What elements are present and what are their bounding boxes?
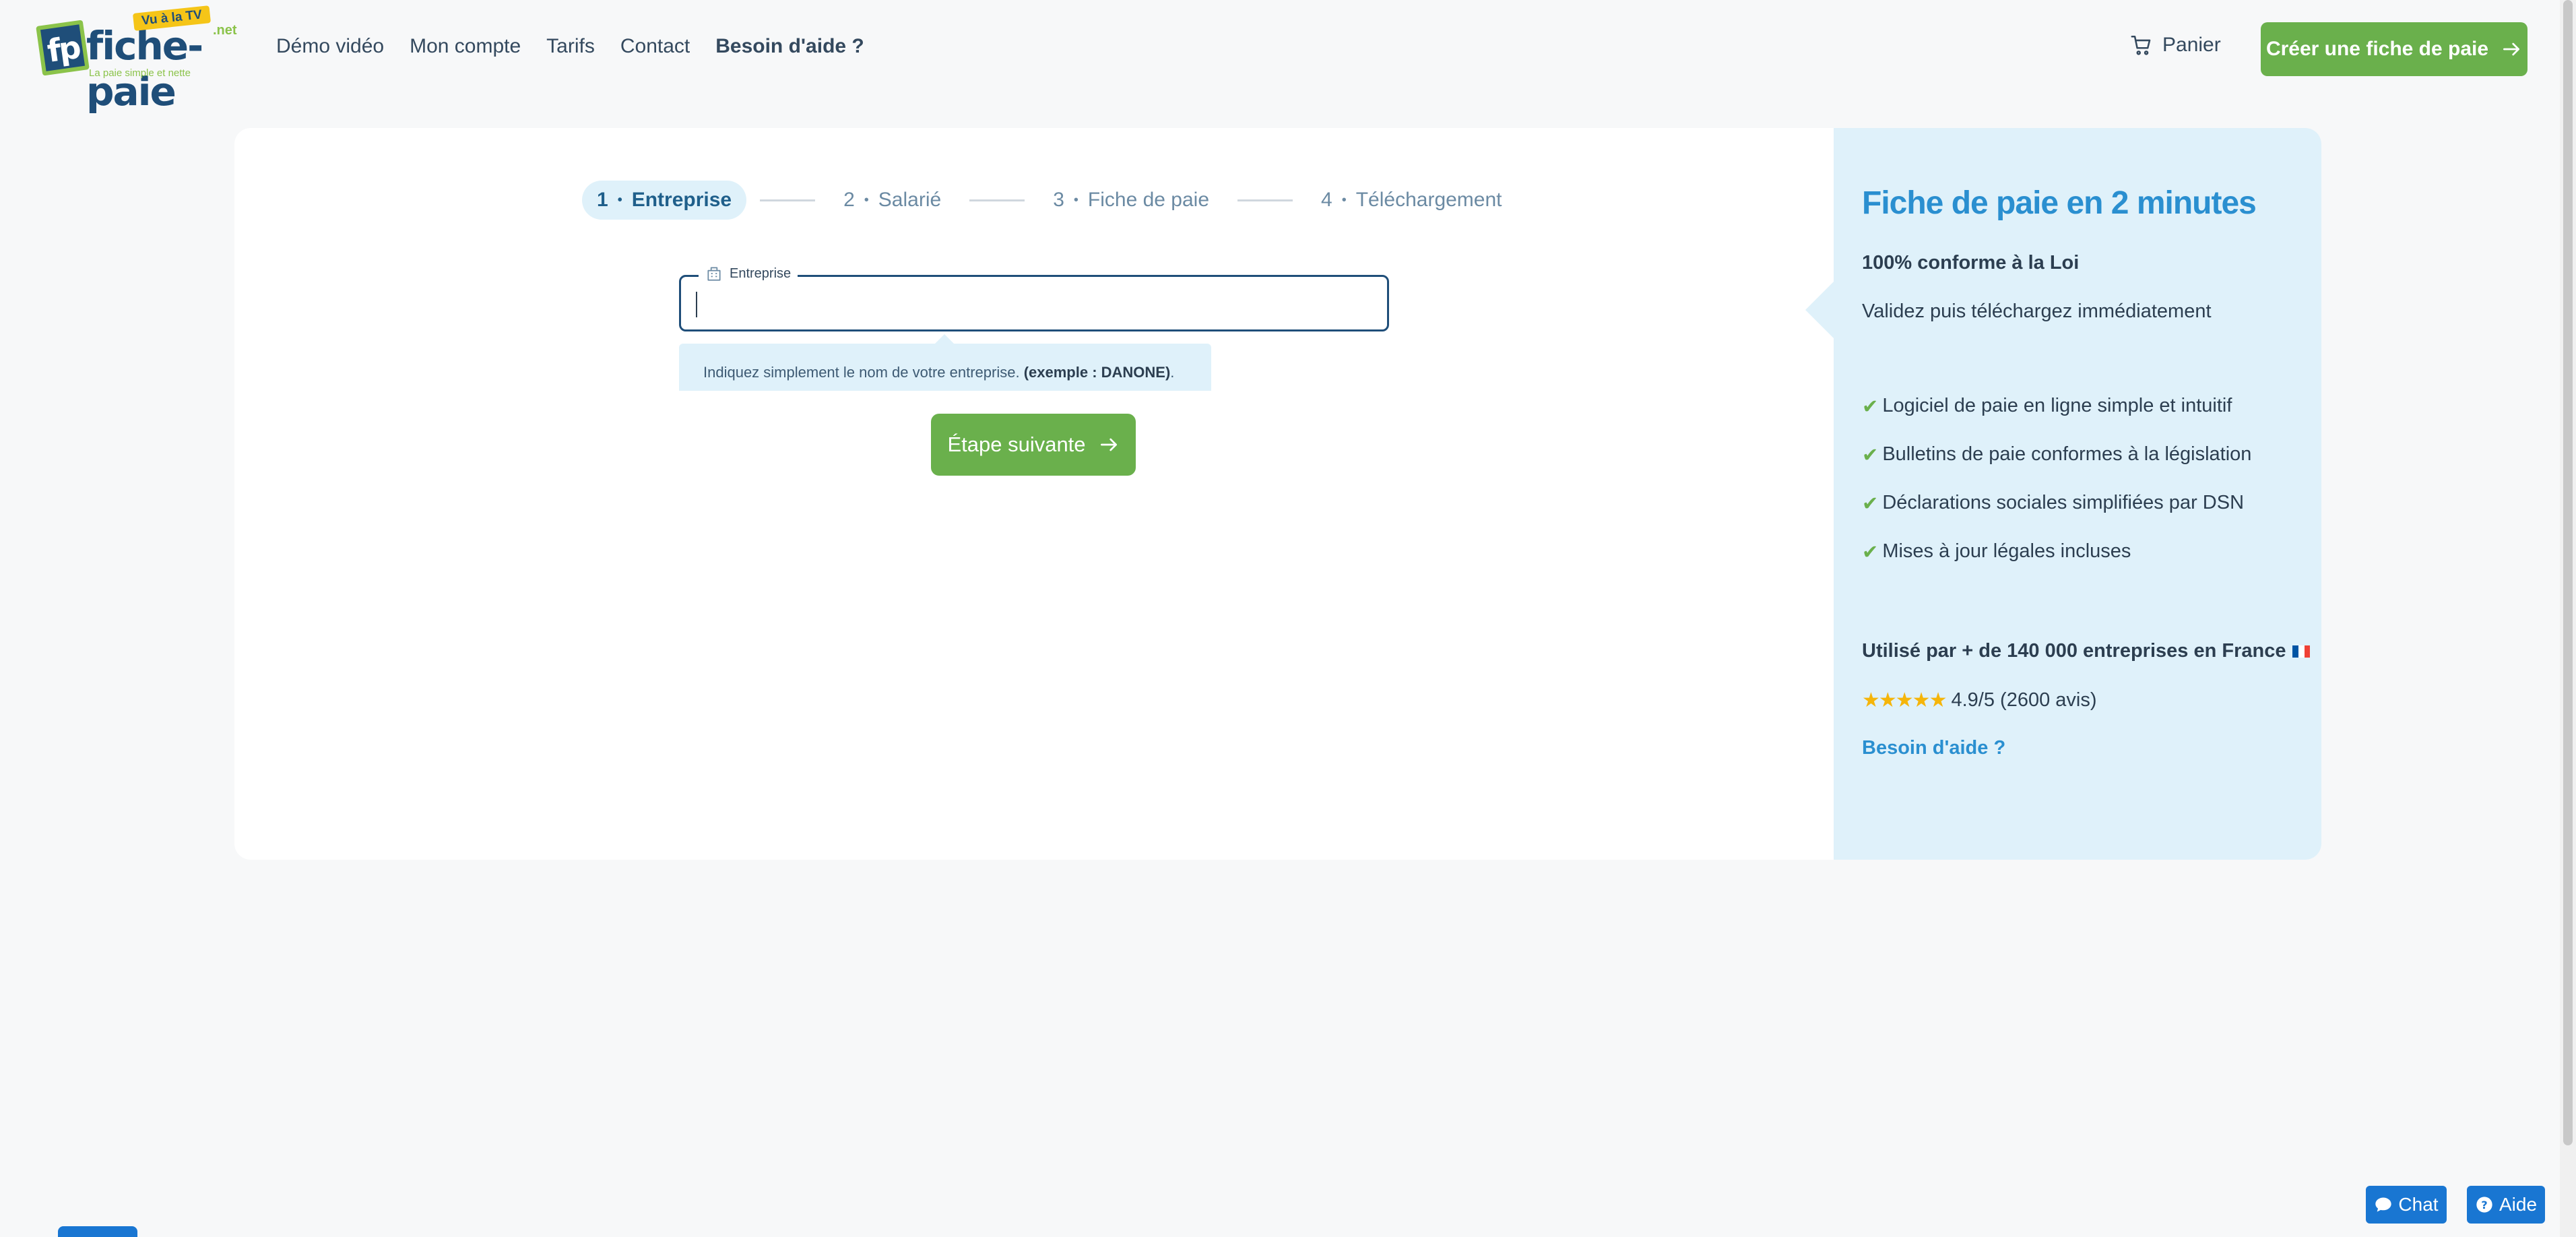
arrow-right-icon bbox=[2503, 42, 2520, 56]
logo-suffix: .net bbox=[213, 23, 237, 38]
nav-mon-compte[interactable]: Mon compte bbox=[410, 35, 521, 58]
info-panel: Fiche de paie en 2 minutes 100% conforme… bbox=[1805, 128, 2321, 860]
usage-stat-text: Utilisé par + de 140 000 entreprises en … bbox=[1862, 640, 2286, 662]
step-number: 3 bbox=[1053, 189, 1064, 211]
step-label: Téléchargement bbox=[1355, 189, 1502, 211]
entreprise-field: Entreprise bbox=[679, 265, 1389, 331]
building-icon bbox=[707, 267, 721, 281]
step-connector bbox=[1237, 199, 1293, 201]
hint-text: Indiquez simplement le nom de votre entr… bbox=[703, 364, 1020, 381]
step-connector bbox=[969, 199, 1025, 201]
feature-list: ✔ Logiciel de paie en ligne simple et int… bbox=[1862, 395, 2251, 589]
step-dot: • bbox=[617, 192, 622, 208]
info-panel-title: Fiche de paie en 2 minutes bbox=[1862, 185, 2257, 221]
step-number: 1 bbox=[597, 189, 608, 211]
rating-text: 4.9/5 (2600 avis) bbox=[1951, 689, 2097, 711]
step-label: Fiche de paie bbox=[1087, 189, 1210, 211]
chat-label: Chat bbox=[2398, 1194, 2439, 1215]
feature-text: Déclarations sociales simplifiées par DS… bbox=[1882, 492, 2245, 513]
step-dot: • bbox=[1073, 192, 1078, 208]
rating: ★★★★★ 4.9/5 (2600 avis) bbox=[1862, 689, 2097, 712]
create-payslip-button[interactable]: Créer une fiche de paie bbox=[2261, 22, 2527, 76]
step-connector bbox=[760, 199, 816, 201]
help-link[interactable]: Besoin d'aide ? bbox=[1862, 737, 2005, 759]
text-caret bbox=[696, 292, 697, 317]
download-text: Validez puis téléchargez immédiatement bbox=[1862, 300, 2212, 322]
entreprise-field-legend: Entreprise bbox=[699, 265, 798, 282]
main-nav: Démo vidéo Mon compte Tarifs Contact Bes… bbox=[276, 35, 864, 58]
step-number: 2 bbox=[843, 189, 855, 211]
step-telechargement[interactable]: 4 • Téléchargement bbox=[1306, 181, 1517, 220]
step-label: Entreprise bbox=[631, 189, 732, 211]
hint-end: . bbox=[1170, 364, 1175, 381]
logo-tagline: La paie simple et nette bbox=[89, 67, 191, 79]
chat-bubble-icon bbox=[2375, 1197, 2392, 1212]
cart-icon bbox=[2131, 35, 2151, 55]
check-icon: ✔ bbox=[1862, 445, 1879, 466]
check-icon: ✔ bbox=[1862, 396, 1879, 418]
next-step-button[interactable]: Étape suivante bbox=[931, 414, 1136, 476]
question-circle-icon: ? bbox=[2476, 1197, 2492, 1213]
france-flag-icon bbox=[2292, 645, 2311, 658]
chat-button[interactable]: Chat bbox=[2366, 1186, 2447, 1224]
feature-item: ✔ Bulletins de paie conformes à la législ… bbox=[1862, 443, 2251, 492]
conformity-text: 100% conforme à la Loi bbox=[1862, 252, 2080, 274]
step-label: Salarié bbox=[878, 189, 942, 211]
stepper: 1 • Entreprise 2 • Salarié 3 • Fiche de … bbox=[582, 181, 1517, 220]
cart-label: Panier bbox=[2162, 34, 2221, 56]
step-salarie[interactable]: 2 • Salarié bbox=[829, 181, 956, 220]
hint-example: (exemple : DANONE) bbox=[1023, 364, 1171, 381]
arrow-right-icon bbox=[1100, 438, 1117, 451]
step-dot: • bbox=[1341, 192, 1347, 208]
next-step-label: Étape suivante bbox=[947, 433, 1086, 456]
site-header: fp fiche-paie .net Vu à la TV La paie si… bbox=[0, 0, 2560, 115]
nav-tarifs[interactable]: Tarifs bbox=[546, 35, 595, 58]
feature-item: ✔ Déclarations sociales simplifiées par D… bbox=[1862, 492, 2251, 540]
step-dot: • bbox=[864, 192, 869, 208]
star-rating-icon: ★★★★★ bbox=[1862, 689, 1947, 711]
feature-text: Mises à jour légales incluses bbox=[1882, 540, 2131, 562]
nav-contact[interactable]: Contact bbox=[620, 35, 690, 58]
entreprise-field-label: Entreprise bbox=[730, 265, 792, 281]
site-logo[interactable]: fp fiche-paie .net Vu à la TV La paie si… bbox=[36, 5, 237, 115]
feature-text: Logiciel de paie en ligne simple et intu… bbox=[1882, 395, 2232, 416]
usage-stat: Utilisé par + de 140 000 entreprises en … bbox=[1862, 640, 2311, 662]
scrollbar-thumb[interactable] bbox=[2563, 0, 2573, 1145]
cart-link[interactable]: Panier bbox=[2130, 34, 2221, 57]
aide-label: Aide bbox=[2499, 1194, 2538, 1215]
entreprise-input[interactable] bbox=[693, 286, 1374, 320]
step-fiche-de-paie[interactable]: 3 • Fiche de paie bbox=[1038, 181, 1224, 220]
feature-item: ✔ Logiciel de paie en ligne simple et int… bbox=[1862, 395, 2251, 443]
check-icon: ✔ bbox=[1862, 542, 1879, 563]
check-icon: ✔ bbox=[1862, 493, 1879, 515]
aide-button[interactable]: ? Aide bbox=[2467, 1186, 2545, 1224]
step-entreprise[interactable]: 1 • Entreprise bbox=[582, 181, 747, 220]
svg-text:?: ? bbox=[2481, 1199, 2487, 1211]
nav-besoin-aide[interactable]: Besoin d'aide ? bbox=[715, 35, 864, 58]
create-payslip-label: Créer une fiche de paie bbox=[2265, 38, 2489, 60]
feature-item: ✔ Mises à jour légales incluses bbox=[1862, 540, 2251, 589]
form-card: 1 • Entreprise 2 • Salarié 3 • Fiche de … bbox=[234, 128, 1835, 860]
nav-demo-video[interactable]: Démo vidéo bbox=[276, 35, 384, 58]
step-number: 4 bbox=[1321, 189, 1332, 211]
page-scrollbar[interactable] bbox=[2560, 0, 2576, 1237]
corner-widget-tab[interactable] bbox=[58, 1226, 137, 1237]
logo-monogram: fp bbox=[36, 20, 90, 76]
feature-text: Bulletins de paie conformes à la législa… bbox=[1882, 443, 2252, 465]
entreprise-hint: Indiquez simplement le nom de votre entr… bbox=[679, 334, 1211, 391]
